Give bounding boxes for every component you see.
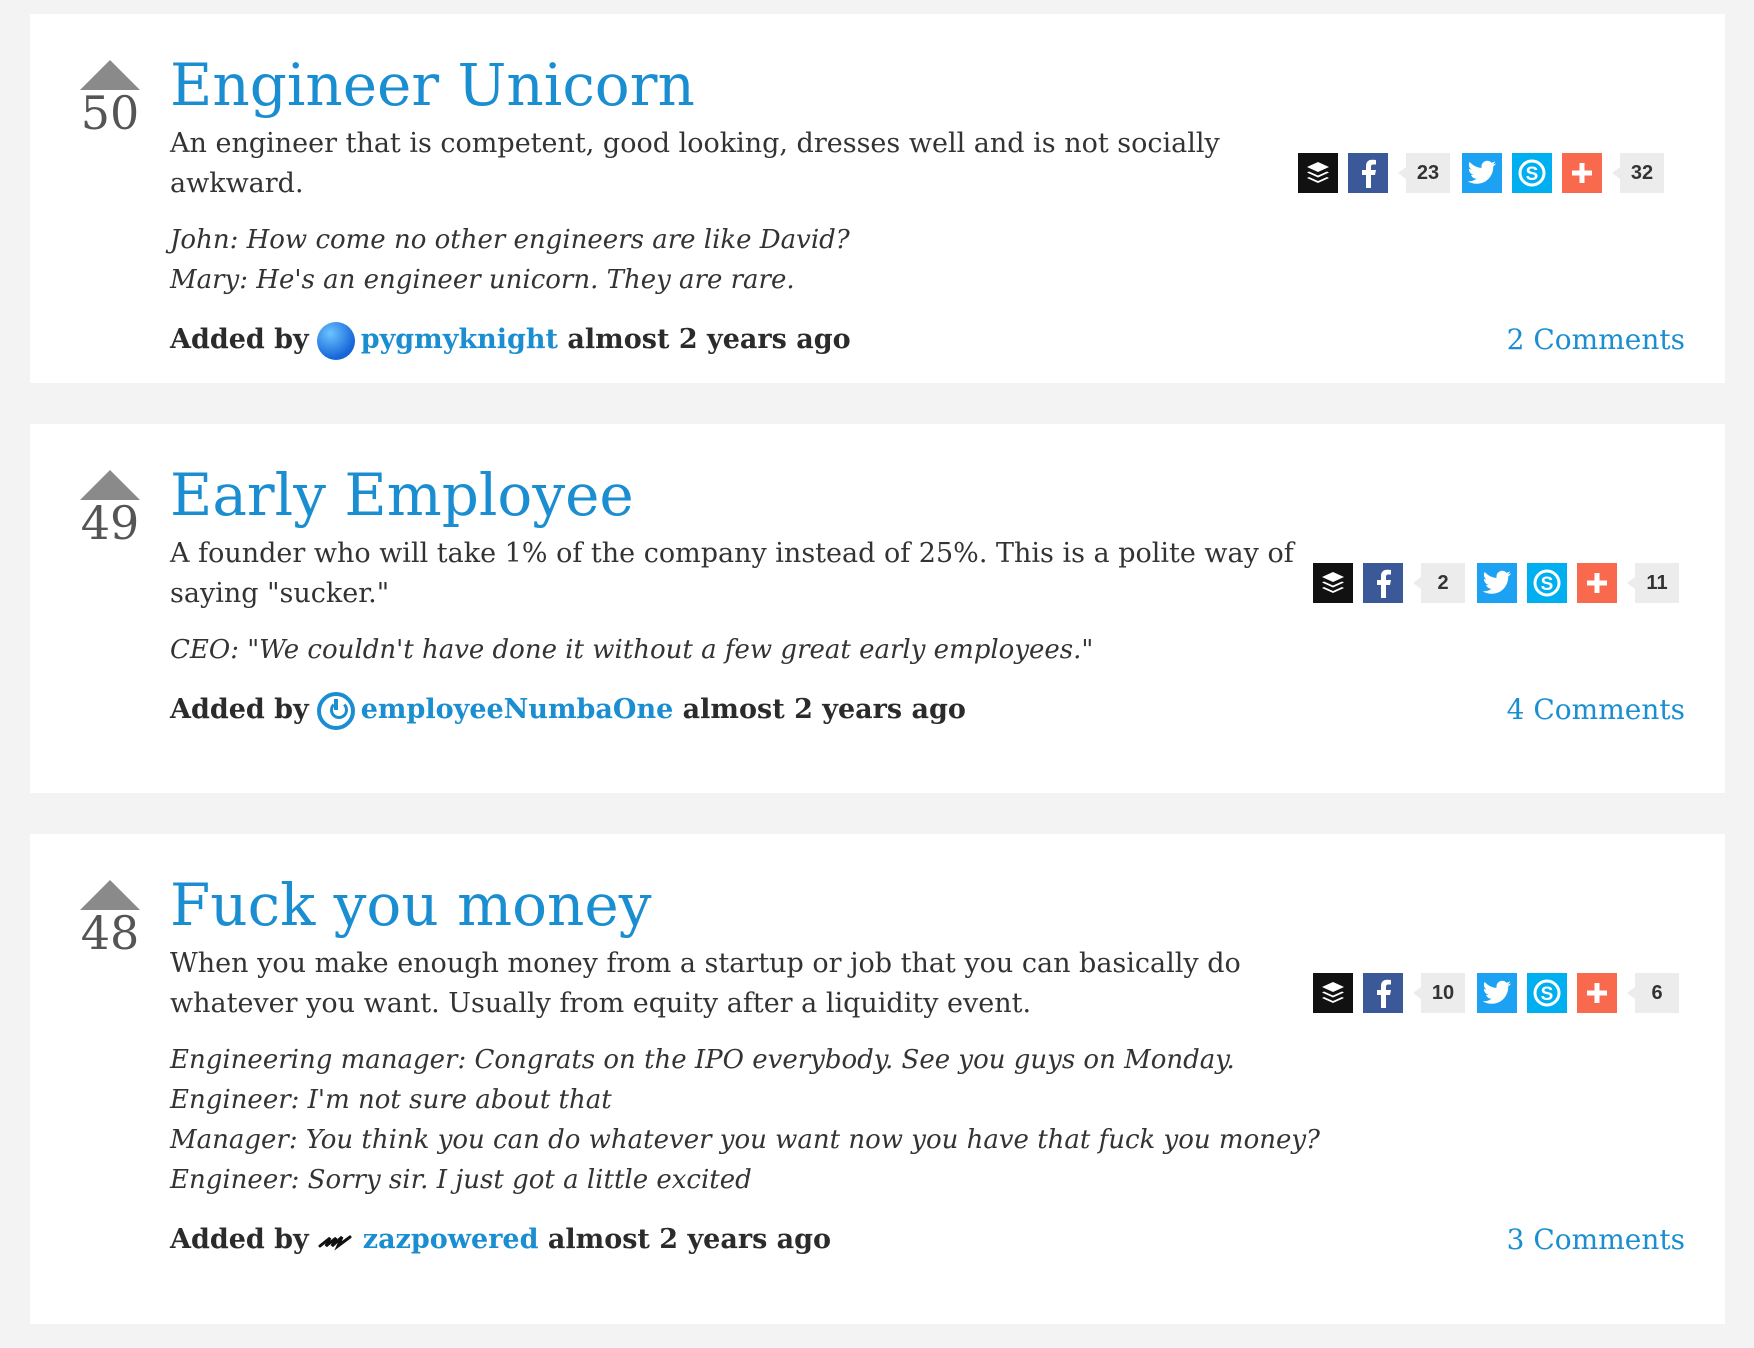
skype-button[interactable]: S — [1527, 563, 1567, 603]
time-ago: almost 2 years ago — [567, 324, 851, 355]
facebook-icon — [1377, 569, 1391, 598]
plus-icon — [1572, 163, 1592, 183]
example-line: Manager: You think you can do whatever y… — [170, 1125, 1320, 1155]
example-line: John: How come no other engineers are li… — [170, 225, 850, 255]
example-line: Engineering manager: Congrats on the IPO… — [170, 1045, 1235, 1075]
vote-count: 50 — [80, 86, 140, 140]
buffer-button[interactable] — [1298, 153, 1338, 193]
share-bar: 2 S 11 — [1313, 562, 1691, 604]
author-link[interactable]: pygmyknight — [361, 324, 558, 355]
twitter-icon — [1467, 160, 1496, 184]
facebook-icon — [1362, 159, 1376, 188]
avatar — [317, 1222, 357, 1260]
definition-text: A founder who will take 1% of the compan… — [170, 538, 1294, 609]
entry-title[interactable]: Early Employee — [170, 460, 1685, 530]
facebook-icon — [1377, 979, 1391, 1008]
vote-widget: 48 — [78, 880, 142, 958]
definition-card: 50 Engineer Unicorn An engineer that is … — [30, 14, 1725, 383]
author-link[interactable]: employeeNumbaOne — [361, 694, 674, 725]
entry-title[interactable]: Fuck you money — [170, 870, 1685, 940]
twitter-button[interactable] — [1477, 563, 1517, 603]
addthis-button[interactable] — [1562, 153, 1602, 193]
comments-link[interactable]: 4 Comments — [1507, 690, 1685, 730]
author-link[interactable]: zazpowered — [363, 1224, 539, 1255]
comments-link[interactable]: 2 Comments — [1507, 320, 1685, 360]
avatar — [316, 691, 355, 730]
svg-text:S: S — [1526, 164, 1539, 185]
plus-icon — [1587, 983, 1607, 1003]
example-line: Mary: He's an engineer unicorn. They are… — [170, 265, 795, 295]
share-bar: 23 S 32 — [1298, 152, 1676, 194]
addthis-button[interactable] — [1577, 973, 1617, 1013]
svg-text:S: S — [1541, 984, 1554, 1005]
example-text: Engineering manager: Congrats on the IPO… — [170, 1040, 1685, 1200]
vote-count: 49 — [80, 496, 140, 550]
vote-count: 48 — [80, 906, 140, 960]
buffer-icon — [1322, 982, 1344, 1003]
added-by-label: Added by — [170, 694, 309, 725]
entry-meta: Added by zazpowered almost 2 years ago 3 … — [170, 1220, 1685, 1260]
buffer-button[interactable] — [1313, 973, 1353, 1013]
facebook-button[interactable] — [1363, 973, 1403, 1013]
skype-icon: S — [1533, 569, 1561, 597]
facebook-button[interactable] — [1348, 153, 1388, 193]
share-bar: 10 S 6 — [1313, 972, 1691, 1014]
skype-icon: S — [1518, 159, 1546, 187]
definition-text: An engineer that is competent, good look… — [170, 128, 1220, 199]
plus-icon — [1587, 573, 1607, 593]
entry-meta: Added by employeeNumbaOne almost 2 years … — [170, 690, 1685, 730]
example-text: John: How come no other engineers are li… — [170, 220, 1685, 300]
total-share-count: 6 — [1627, 973, 1679, 1013]
example-text: CEO: "We couldn't have done it without a… — [170, 630, 1685, 670]
added-by-label: Added by — [170, 324, 309, 355]
definition-text: When you make enough money from a startu… — [170, 948, 1241, 1019]
twitter-icon — [1482, 570, 1511, 594]
facebook-button[interactable] — [1363, 563, 1403, 603]
svg-text:S: S — [1541, 574, 1554, 595]
entry-title[interactable]: Engineer Unicorn — [170, 50, 1685, 120]
skype-icon: S — [1533, 979, 1561, 1007]
time-ago: almost 2 years ago — [547, 1224, 832, 1255]
comments-link[interactable]: 3 Comments — [1507, 1220, 1685, 1260]
vote-widget: 49 — [78, 470, 142, 548]
skype-button[interactable]: S — [1512, 153, 1552, 193]
facebook-share-count: 23 — [1398, 153, 1450, 193]
added-by-label: Added by — [170, 1224, 309, 1255]
definition-card: 48 Fuck you money When you make enough m… — [30, 834, 1725, 1324]
skype-button[interactable]: S — [1527, 973, 1567, 1013]
twitter-button[interactable] — [1462, 153, 1502, 193]
vote-widget: 50 — [78, 60, 142, 138]
total-share-count: 11 — [1627, 563, 1679, 603]
example-line: Engineer: I'm not sure about that — [170, 1085, 612, 1115]
facebook-share-count: 2 — [1413, 563, 1465, 603]
buffer-button[interactable] — [1313, 563, 1353, 603]
avatar — [316, 321, 355, 360]
example-line: Engineer: Sorry sir. I just got a little… — [170, 1165, 752, 1195]
twitter-icon — [1482, 980, 1511, 1004]
addthis-button[interactable] — [1577, 563, 1617, 603]
twitter-button[interactable] — [1477, 973, 1517, 1013]
entry-meta: Added by pygmyknight almost 2 years ago 2… — [170, 320, 1685, 360]
buffer-icon — [1307, 162, 1329, 183]
facebook-share-count: 10 — [1413, 973, 1465, 1013]
example-line: CEO: "We couldn't have done it without a… — [170, 635, 1094, 665]
definition-card: 49 Early Employee A founder who will tak… — [30, 424, 1725, 793]
time-ago: almost 2 years ago — [682, 694, 966, 725]
buffer-icon — [1322, 572, 1344, 593]
total-share-count: 32 — [1612, 153, 1664, 193]
